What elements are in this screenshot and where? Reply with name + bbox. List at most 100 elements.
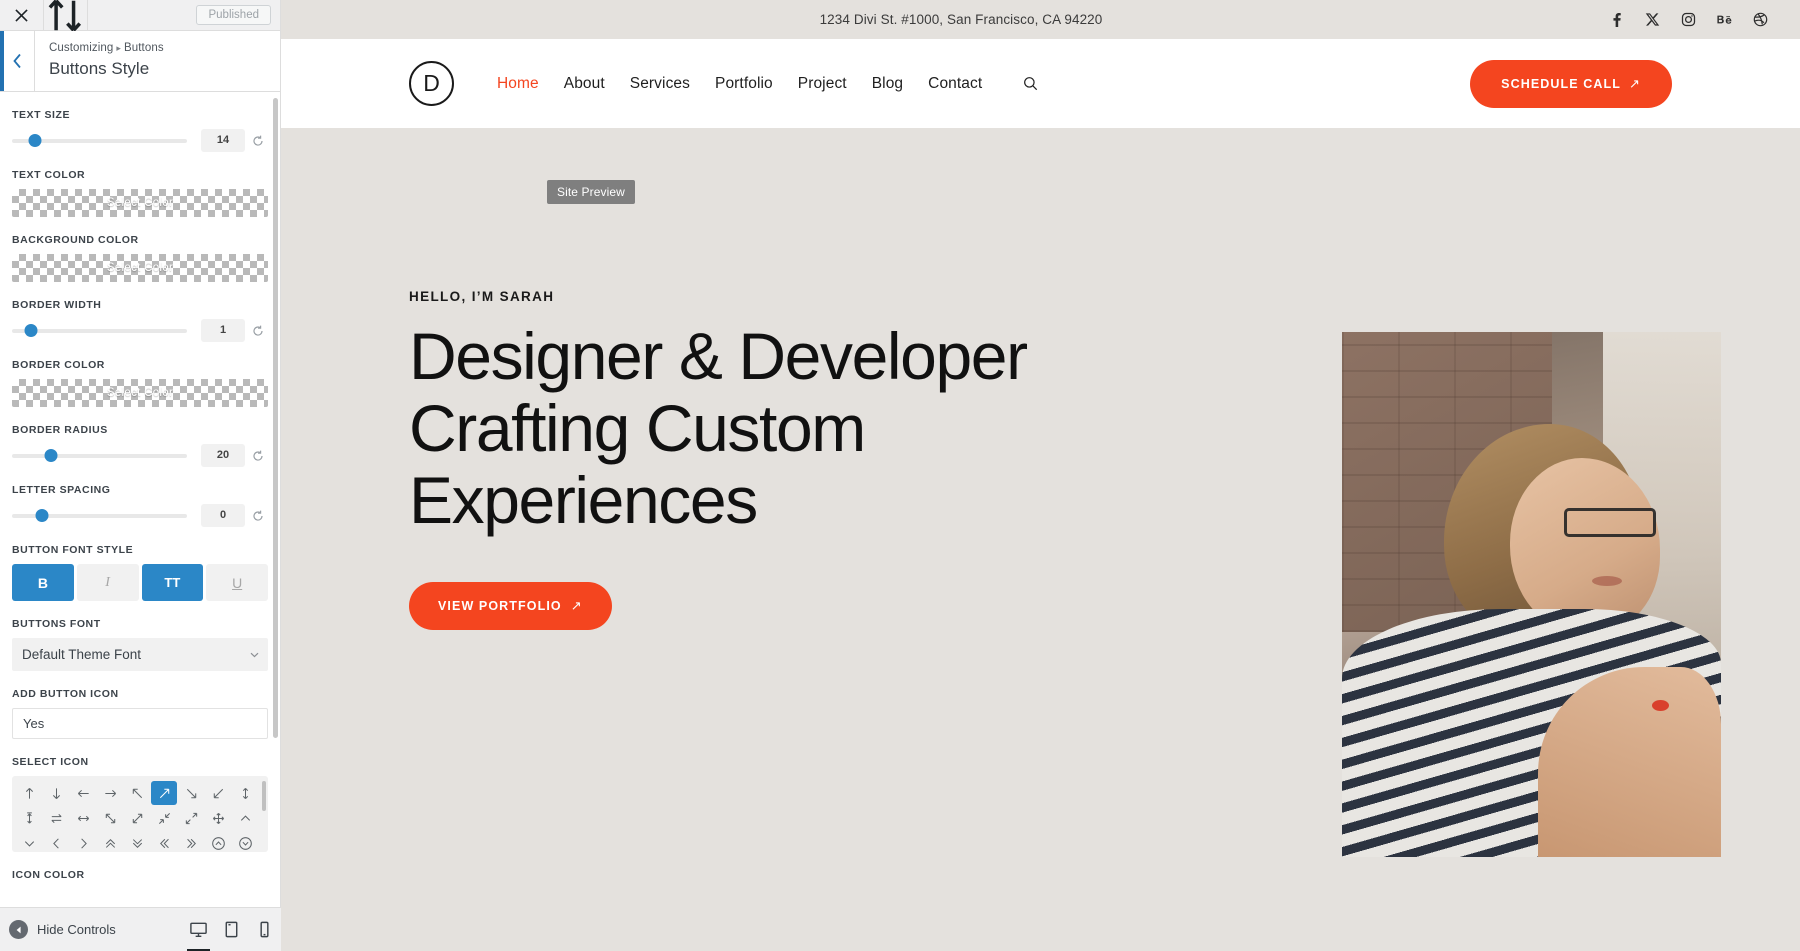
arrow-up-right-icon[interactable] [151,781,177,805]
control-background-color: BACKGROUND COLOR Select Color [12,217,268,282]
font-style-underline-button[interactable]: U [206,564,268,601]
arrows-collapse-icon[interactable] [151,806,177,830]
customizer-panel: Published Customizing ▸ Buttons Buttons St… [0,0,281,951]
text-size-value[interactable]: 14 [201,129,245,152]
text-size-slider[interactable] [12,134,187,147]
chevrons-down-icon[interactable] [124,831,150,852]
arrow-left-right-icon[interactable] [70,806,96,830]
customizer-footer: Hide Controls [0,907,281,951]
search-icon[interactable] [1023,76,1038,91]
arrow-up-down-icon[interactable] [232,781,258,805]
arrow-diagonal-nesw-icon[interactable] [124,806,150,830]
control-label: ICON COLOR [12,869,85,881]
chevrons-up-icon[interactable] [97,831,123,852]
facebook-icon[interactable] [1609,12,1624,27]
x-twitter-icon[interactable] [1645,12,1660,27]
border-width-value[interactable]: 1 [201,319,245,342]
text-color-picker[interactable]: Select Color [12,189,268,217]
tablet-view-icon[interactable] [215,908,248,951]
font-style-uppercase-button[interactable]: TT [141,564,204,601]
view-portfolio-button[interactable]: VIEW PORTFOLIO ↗ [409,581,612,630]
nav-item-about[interactable]: About [564,75,605,93]
site-logo[interactable]: D [409,61,454,106]
chevrons-left-icon[interactable] [151,831,177,852]
arrow-down-left-icon[interactable] [205,781,231,805]
buttons-font-select[interactable]: Default Theme Font [12,638,268,671]
slider-thumb[interactable] [24,324,38,337]
control-text-size: TEXT SIZE 14 [12,92,268,152]
arrow-diagonal-nwse-icon[interactable] [97,806,123,830]
breadcrumb-separator: ▸ [116,43,121,53]
nav-item-project[interactable]: Project [798,75,847,93]
behance-icon[interactable] [1717,12,1732,27]
control-label: TEXT COLOR [12,169,86,181]
arrow-up-icon[interactable] [16,781,42,805]
nav-item-portfolio[interactable]: Portfolio [715,75,773,93]
arrow-up-down-bar-icon[interactable] [16,806,42,830]
letter-spacing-slider[interactable] [12,509,187,522]
desktop-view-icon[interactable] [182,908,215,951]
font-style-italic-button[interactable]: I [76,564,139,601]
chevron-up-icon[interactable] [232,806,258,830]
arrow-down-icon[interactable] [43,781,69,805]
schedule-call-button[interactable]: SCHEDULE CALL ↗ [1470,59,1672,108]
nav-item-home[interactable]: Home [497,75,539,93]
publish-button[interactable]: Published [196,5,271,25]
font-style-bold-button[interactable]: B [12,564,74,601]
icon-picker-scrollbar[interactable] [262,781,266,811]
arrow-swap-icon[interactable] [43,806,69,830]
border-width-slider[interactable] [12,324,187,337]
range-row: 0 [12,504,268,527]
reset-icon[interactable] [248,135,268,147]
arrows-expand-icon[interactable] [178,806,204,830]
hero-photo [1342,332,1721,857]
panel-scrollbar[interactable] [273,98,278,738]
add-button-icon-input[interactable]: Yes [12,708,268,739]
photo-nail [1652,700,1669,711]
arrows-move-icon[interactable] [205,806,231,830]
arrow-up-left-icon[interactable] [124,781,150,805]
slider-thumb[interactable] [28,134,42,147]
control-label: BORDER COLOR [12,359,105,371]
select-color-label: Select Color [106,197,174,209]
mobile-view-icon[interactable] [248,908,281,951]
instagram-icon[interactable] [1681,12,1696,27]
control-label: LETTER SPACING [12,484,111,496]
hero-eyebrow: HELLO, I’M SARAH [409,289,555,304]
font-style-group: B I TT U [12,564,268,601]
chevrons-right-icon[interactable] [178,831,204,852]
border-radius-value[interactable]: 20 [201,444,245,467]
control-icon-color: ICON COLOR [12,852,268,881]
circle-chevron-up-icon[interactable] [205,831,231,852]
border-color-picker[interactable]: Select Color [12,379,268,407]
control-border-color: BORDER COLOR Select Color [12,342,268,407]
back-button[interactable] [0,31,35,91]
background-color-picker[interactable]: Select Color [12,254,268,282]
nav-item-contact[interactable]: Contact [928,75,982,93]
reset-icon[interactable] [248,325,268,337]
hide-controls-button[interactable]: Hide Controls [0,920,182,939]
dribbble-icon[interactable] [1753,12,1768,27]
arrow-up-right-icon: ↗ [570,597,583,613]
chevron-right-icon[interactable] [70,831,96,852]
control-letter-spacing: LETTER SPACING 0 [12,467,268,527]
reset-icon[interactable] [248,450,268,462]
border-radius-slider[interactable] [12,449,187,462]
arrow-right-icon[interactable] [97,781,123,805]
collapse-sidebar-icon[interactable] [44,0,88,31]
slider-thumb[interactable] [35,509,49,522]
photo-lips [1592,576,1622,586]
nav-item-blog[interactable]: Blog [872,75,903,93]
arrow-down-right-icon[interactable] [178,781,204,805]
arrow-left-icon[interactable] [70,781,96,805]
collapse-arrow-icon [9,920,28,939]
chevron-down-icon[interactable] [16,831,42,852]
breadcrumb-root[interactable]: Customizing [49,42,113,54]
slider-thumb[interactable] [44,449,57,462]
letter-spacing-value[interactable]: 0 [201,504,245,527]
chevron-left-icon[interactable] [43,831,69,852]
reset-icon[interactable] [248,510,268,522]
circle-chevron-down-icon[interactable] [232,831,258,852]
nav-item-services[interactable]: Services [630,75,690,93]
close-icon[interactable] [0,0,44,30]
